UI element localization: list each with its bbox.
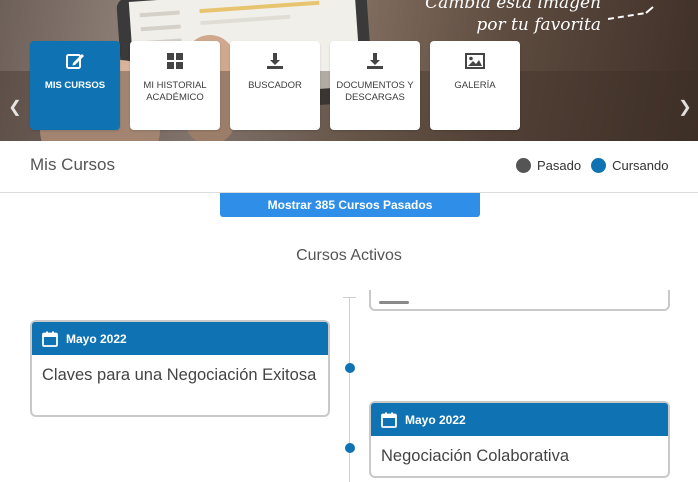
timeline-dot: [345, 443, 355, 453]
tile-label: MI HISTORIAL ACADÉMICO: [143, 80, 207, 103]
banner-promo-text: Cambia esta imagen por tu favorita: [425, 0, 601, 36]
course-card-header: Mayo 2022: [371, 403, 668, 436]
promo-line-2: por tu favorita: [476, 15, 601, 35]
tile-mis-cursos[interactable]: MIS CURSOS: [30, 41, 120, 130]
timeline-line: [349, 297, 350, 482]
timeline-cap: [343, 297, 356, 298]
banner-next-arrow-icon[interactable]: ❯: [678, 98, 692, 118]
course-card-partial[interactable]: [369, 290, 670, 311]
tile-galeria[interactable]: GALERÍA: [430, 41, 520, 130]
tile-historial[interactable]: MI HISTORIAL ACADÉMICO: [130, 41, 220, 130]
banner-prev-arrow-icon[interactable]: ❮: [8, 98, 22, 118]
course-card-header: Mayo 2022: [32, 322, 328, 355]
tile-documentos[interactable]: DOCUMENTOS Y DESCARGAS: [330, 41, 420, 130]
tile-label: DOCUMENTOS Y DESCARGAS: [336, 80, 414, 103]
tile-label: MIS CURSOS: [44, 80, 106, 91]
download-icon: [267, 53, 283, 69]
legend-dot-past: [516, 158, 531, 173]
tile-label: BUSCADOR: [248, 80, 302, 91]
tile-label: GALERÍA: [454, 80, 496, 91]
legend-label: Pasado: [537, 158, 582, 173]
course-card[interactable]: Mayo 2022 Negociación Colaborativa: [369, 401, 670, 478]
course-card[interactable]: Mayo 2022 Claves para una Negociación Ex…: [30, 320, 330, 417]
image-icon: [465, 53, 485, 69]
legend-item-current: Cursando: [591, 158, 668, 173]
status-legend: Pasado Cursando: [516, 158, 678, 173]
calendar-icon: [381, 412, 397, 428]
section-title: Cursos Activos: [296, 247, 402, 264]
legend-item-past: Pasado: [516, 158, 581, 173]
grid-icon: [167, 53, 183, 69]
course-title[interactable]: Claves para una Negociación Exitosa: [32, 355, 328, 385]
course-title[interactable]: Negociación Colaborativa: [371, 436, 668, 466]
promo-dash-arrow-icon: [607, 6, 654, 20]
course-date: Mayo 2022: [405, 412, 466, 427]
edit-icon: [66, 54, 84, 69]
card-scroll-hint: [379, 301, 409, 304]
download-icon: [367, 53, 383, 69]
show-past-courses-button[interactable]: Mostrar 385 Cursos Pasados: [220, 193, 480, 217]
tile-buscador[interactable]: BUSCADOR: [230, 41, 320, 130]
legend-label: Cursando: [612, 158, 669, 173]
timeline-dot: [345, 363, 355, 373]
promo-line-1: Cambia esta imagen: [425, 0, 601, 13]
calendar-icon: [42, 331, 58, 347]
page-title: Mis Cursos: [30, 155, 116, 174]
legend-dot-current: [591, 158, 607, 173]
course-date: Mayo 2022: [66, 331, 127, 346]
